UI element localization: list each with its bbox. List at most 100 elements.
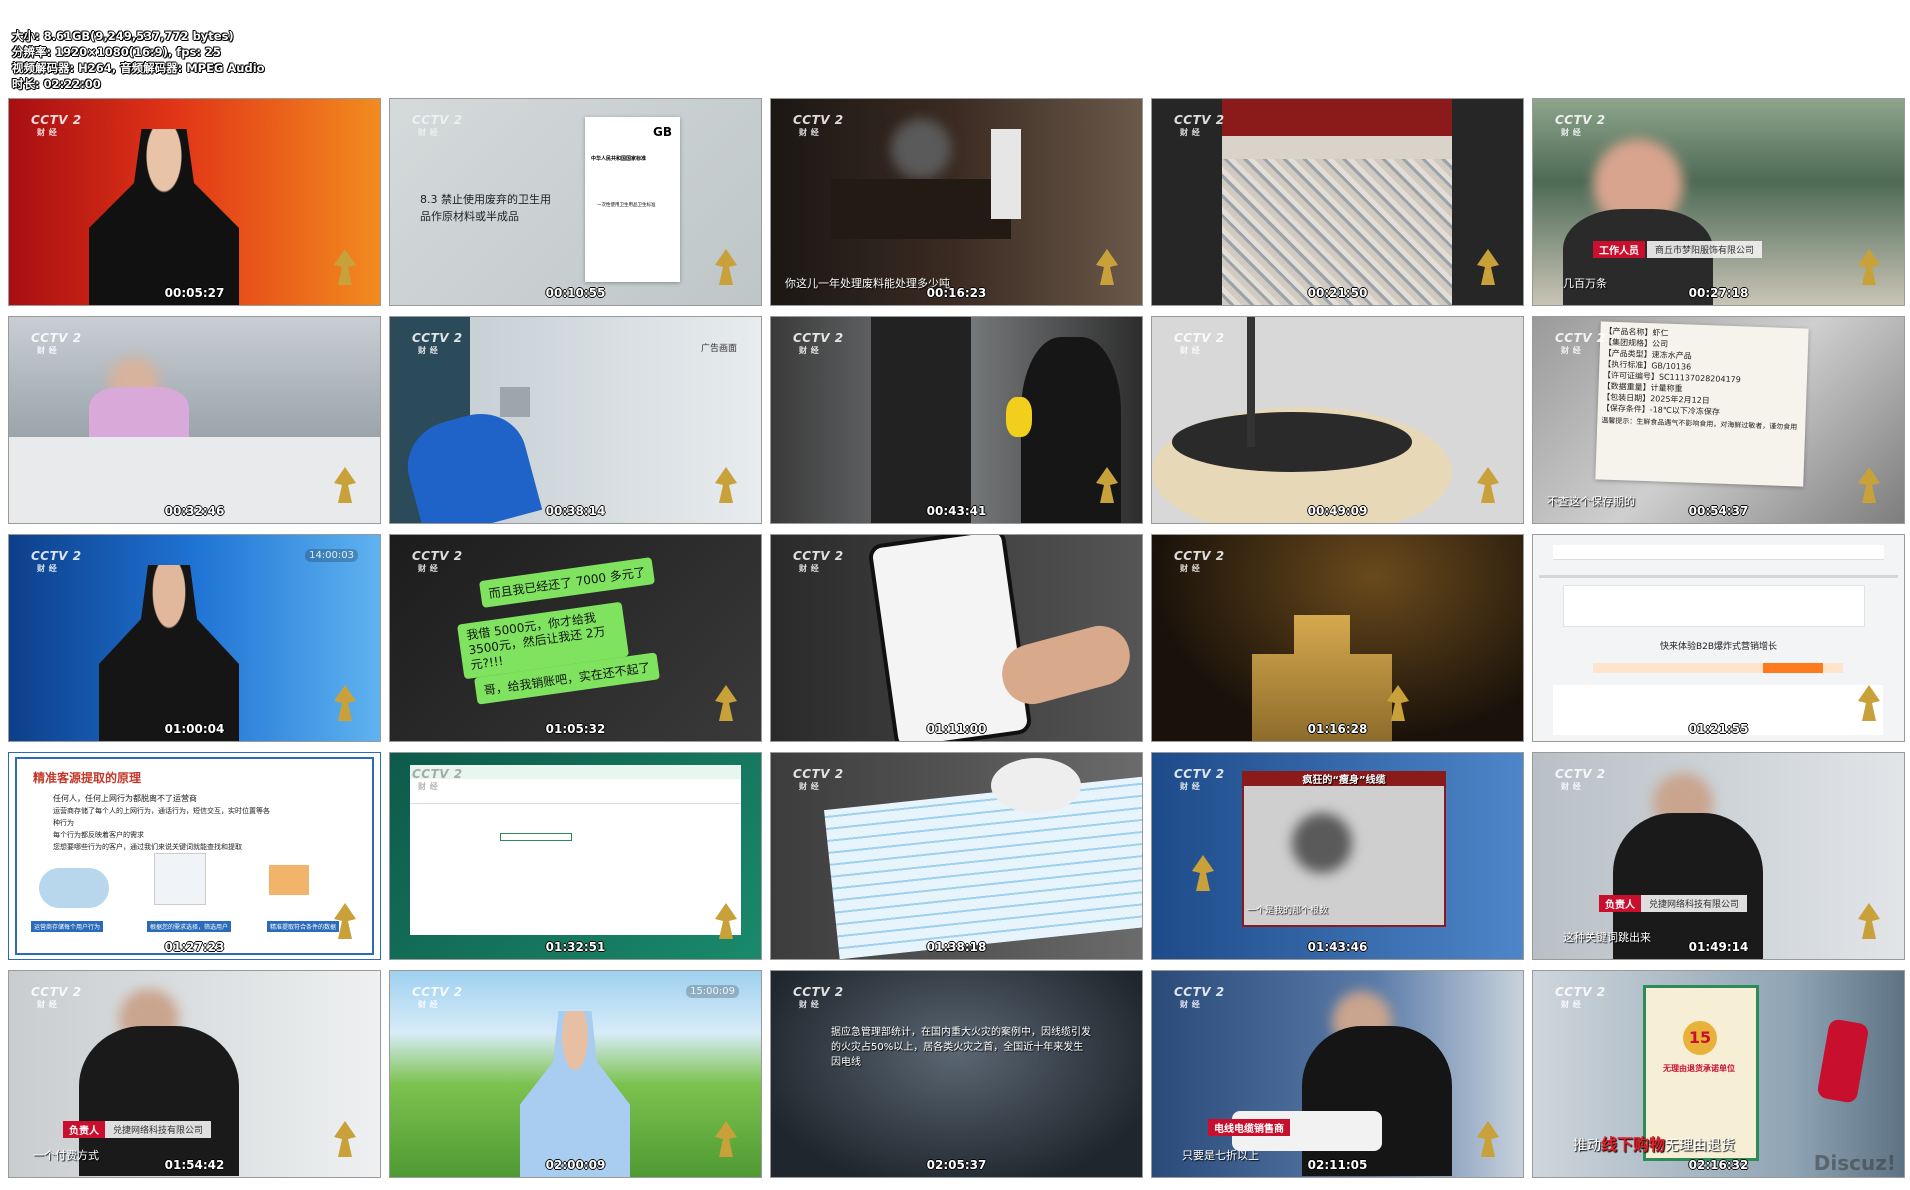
timestamp: 00:49:09 xyxy=(1307,504,1368,518)
thumbnail-23[interactable]: CCTV 2财 经 据应急管理部统计，在国内重大火灾的案例中，因线缆引发的火灾占… xyxy=(770,970,1143,1178)
thumbnail-4[interactable]: CCTV 2财 经 00:21:50 xyxy=(1151,98,1524,306)
chat-bubble-1: 而且我已经还了 7000 多元了 xyxy=(478,557,656,608)
thumbnail-17[interactable]: CCTV 2财 经 01:32:51 xyxy=(389,752,762,960)
program-emblem-icon xyxy=(1192,855,1214,891)
resolution: 分辨率: 1920×1080(16:9), fps: 25 xyxy=(12,45,221,59)
broadcast-clock: 15:00:09 xyxy=(686,985,739,998)
web-headline: 快来体验B2B爆炸式营销增长 xyxy=(1659,642,1778,652)
cctv-logo: CCTV 2财 经 xyxy=(1174,767,1225,791)
timestamp: 01:49:14 xyxy=(1688,940,1749,954)
timestamp: 01:43:46 xyxy=(1307,940,1368,954)
timestamp: 02:05:37 xyxy=(926,1158,987,1172)
cctv-logo: CCTV 2财 经 xyxy=(1174,113,1225,137)
cctv-logo: CCTV 2财 经 xyxy=(412,767,463,791)
slide-title: 精准客源提取的原理 xyxy=(33,771,142,785)
thumbnail-18[interactable]: CCTV 2财 经 01:38:18 xyxy=(770,752,1143,960)
thumbnail-12[interactable]: CCTV 2财 经 而且我已经还了 7000 多元了 我借 5000元，你才给我… xyxy=(389,534,762,742)
timestamp: 00:43:41 xyxy=(926,504,987,518)
cctv-logo: CCTV 2财 经 xyxy=(412,331,463,355)
program-emblem-icon xyxy=(334,249,356,285)
speaker-role-tag: 工作人员 xyxy=(1593,241,1645,258)
program-emblem-icon xyxy=(1858,467,1880,503)
cctv-logo: CCTV 2财 经 xyxy=(31,549,82,573)
program-emblem-icon xyxy=(1096,467,1118,503)
cctv-logo: CCTV 2财 经 xyxy=(1555,331,1606,355)
cctv-logo: CCTV 2财 经 xyxy=(412,549,463,573)
thumbnail-14[interactable]: CCTV 2财 经 01:16:28 xyxy=(1151,534,1524,742)
program-emblem-icon xyxy=(334,903,356,939)
program-emblem-icon xyxy=(715,249,737,285)
program-emblem-icon xyxy=(1858,249,1880,285)
cctv-logo: CCTV 2财 经 xyxy=(31,331,82,355)
cctv-logo: CCTV 2财 经 xyxy=(1174,549,1225,573)
thumbnail-16[interactable]: 精准客源提取的原理 任何人，任何上网行为都脱离不了运营商 运营商存储了每个人的上… xyxy=(8,752,381,960)
slide-body: 任何人，任何上网行为都脱离不了运营商 运营商存储了每个人的上网行为，通话行为，短… xyxy=(53,794,270,851)
thumbnail-24[interactable]: CCTV 2财 经 电线电缆销售商 只要是七折以上 02:11:05 xyxy=(1151,970,1524,1178)
speaker-company-tag: 兑捷网络科技有限公司 xyxy=(105,1121,212,1138)
thumbnail-19[interactable]: 疯狂的“瘦身”线缆 CCTV 2财 经 一个是我的那个根数 01:43:46 xyxy=(1151,752,1524,960)
thumbnail-8[interactable]: CCTV 2财 经 00:43:41 xyxy=(770,316,1143,524)
duration: 时长: 02:22:00 xyxy=(12,77,101,91)
timestamp: 00:38:14 xyxy=(545,504,606,518)
program-emblem-icon xyxy=(715,903,737,939)
thumbnail-9[interactable]: CCTV 2财 经 00:49:09 xyxy=(1151,316,1524,524)
program-emblem-icon xyxy=(334,1121,356,1157)
cctv-logo: CCTV 2财 经 xyxy=(1555,113,1606,137)
timestamp: 00:32:46 xyxy=(164,504,225,518)
thumbnail-7[interactable]: CCTV 2财 经 广告画面 00:38:14 xyxy=(389,316,762,524)
cctv-logo: CCTV 2财 经 xyxy=(412,113,463,137)
thumbnail-5[interactable]: CCTV 2财 经 工作人员 商丘市梦阳服饰有限公司 几百万条 00:27:18 xyxy=(1532,98,1905,306)
cctv-logo: CCTV 2财 经 xyxy=(31,985,82,1009)
thumbnail-13[interactable]: CCTV 2财 经 01:11:00 xyxy=(770,534,1143,742)
timestamp: 02:11:05 xyxy=(1307,1158,1368,1172)
timestamp: 01:54:42 xyxy=(164,1158,225,1172)
cctv-logo: CCTV 2财 经 xyxy=(1555,985,1606,1009)
thumbnail-21[interactable]: CCTV 2财 经 负责人 兑捷网络科技有限公司 一个付费方式 01:54:42 xyxy=(8,970,381,1178)
cctv-logo: CCTV 2财 经 xyxy=(1174,331,1225,355)
product-label: 【产品名称】虾仁 【集团规格】公司 【产品类型】速冻水产品 【执行标准】GB/1… xyxy=(1595,321,1809,487)
thumbnail-11[interactable]: CCTV 2财 经 14:00:03 01:00:04 xyxy=(8,534,381,742)
thumbnail-15[interactable]: 快来体验B2B爆炸式营销增长 01:21:55 xyxy=(1532,534,1905,742)
thumbnail-10[interactable]: 【产品名称】虾仁 【集团规格】公司 【产品类型】速冻水产品 【执行标准】GB/1… xyxy=(1532,316,1905,524)
thumbnail-grid: CCTV 2财 经 00:05:27 CCTV 2财 经 8.3 禁止使用废弃的… xyxy=(8,98,1905,1178)
program-emblem-icon xyxy=(1477,1121,1499,1157)
speaker-role-tag: 负责人 xyxy=(1599,895,1641,912)
program-emblem-icon xyxy=(334,685,356,721)
timestamp: 00:54:37 xyxy=(1688,504,1749,518)
timestamp: 01:27:23 xyxy=(164,940,225,954)
slide-box-3: 精准提取符合条件的数据 xyxy=(267,921,340,932)
thumbnail-2[interactable]: CCTV 2财 经 8.3 禁止使用废弃的卫生用品作原材料或半成品 GB 中华人… xyxy=(389,98,762,306)
cctv-logo: CCTV 2财 经 xyxy=(793,113,844,137)
slogan: 推动线下购物无理由退货 xyxy=(1573,1135,1736,1154)
timestamp: 00:05:27 xyxy=(164,286,225,300)
thumbnail-20[interactable]: CCTV 2财 经 负责人 兑捷网络科技有限公司 这种关键词跳出来 01:49:… xyxy=(1532,752,1905,960)
speaker-company-tag: 商丘市梦阳服饰有限公司 xyxy=(1647,241,1763,258)
program-emblem-icon xyxy=(334,467,356,503)
thumbnail-3[interactable]: CCTV 2财 经 你这儿一年处理废料能处理多少吨 00:16:23 xyxy=(770,98,1143,306)
program-emblem-icon xyxy=(715,467,737,503)
timestamp: 01:16:28 xyxy=(1307,722,1368,736)
standard-clause: 8.3 禁止使用废弃的卫生用品作原材料或半成品 xyxy=(420,193,551,223)
thumbnail-25[interactable]: 15 无理由退货承诺单位 CCTV 2财 经 推动线下购物无理由退货 02:16… xyxy=(1532,970,1905,1178)
timestamp: 00:10:55 xyxy=(545,286,606,300)
program-emblem-icon xyxy=(715,685,737,721)
statistic-quote: 据应急管理部统计，在国内重大火灾的案例中，因线缆引发的火灾占50%以上，居各类火… xyxy=(831,1027,1091,1068)
speaker-role-tag: 电线电缆销售商 xyxy=(1208,1119,1290,1136)
thumbnail-1[interactable]: CCTV 2财 经 00:05:27 xyxy=(8,98,381,306)
cctv-logo: CCTV 2财 经 xyxy=(412,985,463,1009)
cctv-logo: CCTV 2财 经 xyxy=(793,331,844,355)
cctv-logo: CCTV 2财 经 xyxy=(793,985,844,1009)
program-emblem-icon xyxy=(1477,249,1499,285)
program-emblem-icon xyxy=(1096,249,1118,285)
cctv-logo: CCTV 2财 经 xyxy=(793,549,844,573)
thumbnail-22[interactable]: CCTV 2财 经 15:00:09 02:00:09 xyxy=(389,970,762,1178)
timestamp: 01:32:51 xyxy=(545,940,606,954)
poster-number: 15 xyxy=(1683,1021,1717,1055)
broadcast-clock: 14:00:03 xyxy=(305,549,358,562)
standard-document: GB 中华人民共和国国家标准 一次性使用卫生用品卫生标准 xyxy=(585,117,680,282)
forum-watermark: Discuz! xyxy=(1813,1151,1896,1175)
poster-text: 无理由退货承诺单位 xyxy=(1663,1064,1735,1073)
segment-banner: 疯狂的“瘦身”线缆 xyxy=(1242,771,1446,786)
cctv-logo: CCTV 2财 经 xyxy=(31,113,82,137)
thumbnail-6[interactable]: CCTV 2财 经 00:32:46 xyxy=(8,316,381,524)
